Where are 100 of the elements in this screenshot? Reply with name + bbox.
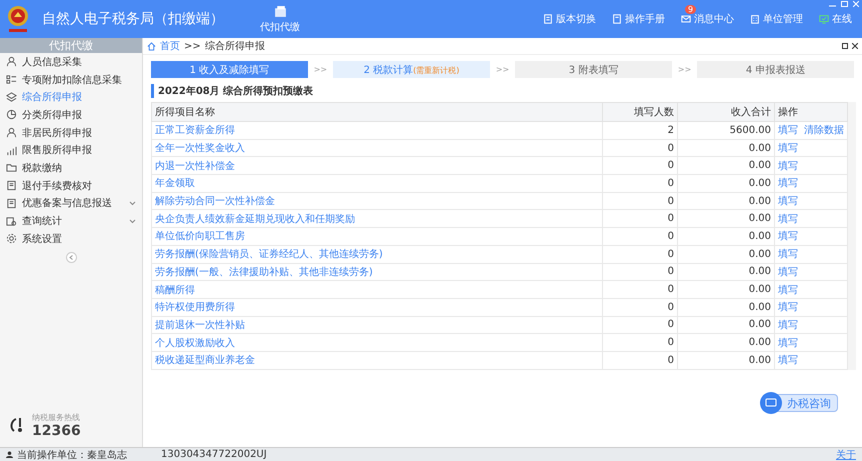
sidebar-item[interactable]: 非居民所得申报: [0, 124, 142, 142]
table-cell: 0.00: [678, 192, 774, 210]
table-cell: 0: [602, 228, 678, 246]
person-icon: [6, 56, 17, 68]
table-cell: 0: [602, 263, 678, 281]
document-icon: [6, 180, 17, 192]
sidebar-item[interactable]: 限售股所得申报: [0, 141, 142, 160]
sidebar-item[interactable]: 综合所得申报: [0, 88, 142, 106]
action-link[interactable]: 填写: [778, 300, 798, 314]
step-tab[interactable]: 2 税款计算(需重新计税): [333, 61, 490, 78]
consult-button[interactable]: 办税咨询: [762, 394, 838, 412]
action-link[interactable]: 填写: [778, 123, 798, 138]
chevron-down-icon: [129, 200, 136, 206]
app-title: 自然人电子税务局（扣缴端）: [42, 10, 224, 28]
income-item-link[interactable]: 稿酬所得: [155, 284, 195, 296]
table-cell: 0: [602, 351, 678, 370]
module-button[interactable]: 代扣代缴: [260, 4, 300, 34]
step-tab[interactable]: 4 申报表报送: [697, 61, 854, 78]
sidebar-item[interactable]: 人员信息采集: [0, 53, 142, 71]
action-link[interactable]: 填写: [778, 282, 798, 297]
scrollbar[interactable]: [848, 102, 856, 370]
table-cell: 0.00: [678, 280, 774, 298]
step-tab[interactable]: 3 附表填写: [515, 61, 672, 78]
table-cell: 0.00: [678, 316, 774, 334]
table-cell: 0.00: [678, 210, 774, 228]
mail-icon: [681, 14, 691, 24]
sidebar-title: 代扣代缴: [0, 38, 142, 53]
income-item-link[interactable]: 劳务报酬(一般、法律援助补贴、其他非连续劳务): [155, 266, 373, 278]
income-item-link[interactable]: 税收递延型商业养老金: [155, 355, 255, 366]
sidebar-item[interactable]: 退付手续费核对: [0, 176, 142, 194]
settings-icon: [6, 233, 17, 244]
sidebar-item[interactable]: 查询统计: [0, 212, 142, 230]
action-link[interactable]: 清除数据: [804, 123, 844, 138]
action-link[interactable]: 填写: [778, 336, 798, 350]
action-link[interactable]: 填写: [778, 353, 798, 368]
folder-icon: [6, 162, 17, 174]
income-item-link[interactable]: 个人股权激励收入: [155, 338, 235, 349]
sidebar-item[interactable]: 优惠备案与信息报送: [0, 194, 142, 212]
step-separator: >>: [496, 65, 510, 74]
home-icon: [147, 42, 156, 50]
chevron-down-icon: [129, 218, 136, 224]
table-cell: 0.00: [678, 156, 774, 175]
action-link[interactable]: 填写: [778, 141, 798, 156]
restore-icon[interactable]: [842, 43, 848, 49]
bar-chart-icon: [6, 144, 17, 156]
table-cell: 0: [602, 210, 678, 228]
sidebar-item[interactable]: 专项附加扣除信息采集: [0, 70, 142, 88]
table-cell: 0.00: [678, 351, 774, 370]
income-item-link[interactable]: 内退一次性补偿金: [155, 160, 235, 172]
income-item-link[interactable]: 特许权使用费所得: [155, 302, 235, 314]
income-item-link[interactable]: 单位低价向职工售房: [155, 231, 245, 242]
message-count-badge: 9: [685, 5, 696, 14]
emblem-logo: [6, 4, 30, 34]
table-cell: 0: [602, 156, 678, 175]
income-item-link[interactable]: 提前退休一次性补贴: [155, 320, 245, 331]
table-cell: 0: [602, 298, 678, 316]
column-header: 填写人数: [602, 102, 678, 122]
step-tab[interactable]: 1 收入及减除填写: [151, 61, 308, 78]
action-link[interactable]: 填写: [778, 212, 798, 226]
action-link[interactable]: 填写: [778, 229, 798, 244]
table-cell: 0: [602, 192, 678, 210]
table-cell: 2: [602, 122, 678, 140]
current-unit: 当前操作单位：秦皇岛志: [17, 448, 128, 461]
table-cell: 0: [602, 280, 678, 298]
document-icon: [6, 198, 17, 209]
table-cell: 0.00: [678, 174, 774, 192]
action-link[interactable]: 填写: [778, 318, 798, 332]
monitor-icon: [819, 14, 829, 24]
header-link[interactable]: 操作手册: [608, 12, 669, 26]
income-item-link[interactable]: 劳务报酬(保险营销员、证券经纪人、其他连续劳务): [155, 249, 383, 260]
header-link[interactable]: 单位管理: [746, 12, 807, 26]
step-separator: >>: [314, 65, 328, 74]
layers-icon: [6, 92, 17, 103]
breadcrumb-separator: >>: [184, 40, 201, 52]
sidebar-item[interactable]: 分类所得申报: [0, 106, 142, 124]
income-item-link[interactable]: 解除劳动合同一次性补偿金: [155, 196, 275, 208]
action-link[interactable]: 填写: [778, 247, 798, 262]
sidebar-item[interactable]: 系统设置: [0, 230, 142, 248]
table-cell: 0: [602, 139, 678, 157]
action-link[interactable]: 填写: [778, 264, 798, 279]
income-item-link[interactable]: 正常工资薪金所得: [155, 125, 235, 136]
sidebar-item[interactable]: 税款缴纳: [0, 159, 142, 177]
income-item-link[interactable]: 全年一次性奖金收入: [155, 143, 245, 154]
close-icon[interactable]: [852, 43, 858, 49]
user-icon: [6, 451, 13, 458]
home-link[interactable]: 首页: [160, 39, 180, 53]
action-link[interactable]: 填写: [778, 158, 798, 173]
building-icon: [750, 14, 760, 24]
header-link[interactable]: 在线: [815, 12, 856, 26]
person-icon: [6, 127, 17, 138]
action-link[interactable]: 填写: [778, 194, 798, 208]
income-item-link[interactable]: 央企负责人绩效薪金延期兑现收入和任期奖励: [155, 214, 355, 225]
about-link[interactable]: 关于: [836, 448, 856, 461]
table-cell: 0.00: [678, 263, 774, 281]
income-item-link[interactable]: 年金领取: [155, 178, 195, 190]
header-link[interactable]: 版本切换: [539, 12, 600, 26]
table-cell: 0.00: [678, 228, 774, 246]
collapse-button[interactable]: [66, 252, 76, 263]
header-link[interactable]: 消息中心: [677, 12, 738, 26]
action-link[interactable]: 填写: [778, 176, 798, 190]
